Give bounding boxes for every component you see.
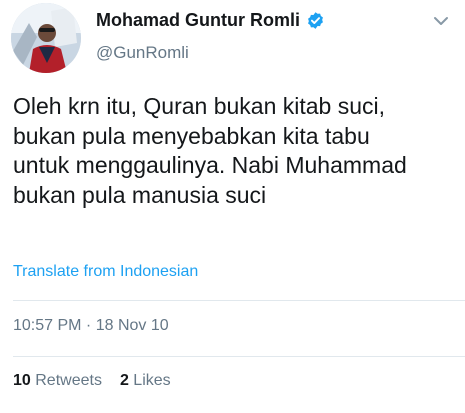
verified-badge-icon <box>306 11 325 30</box>
divider <box>13 356 465 357</box>
tweet-text: Oleh krn itu, Quran bukan kitab suci, bu… <box>13 93 407 208</box>
author-name-row[interactable]: Mohamad Guntur Romli <box>96 10 325 31</box>
tweet-timestamp[interactable]: 10:57 PM · 18 Nov 10 <box>13 317 169 335</box>
likes-count: 2 <box>119 372 134 389</box>
translate-link[interactable]: Translate from Indonesian <box>13 263 198 281</box>
likes-stat[interactable]: 2 Likes <box>120 372 171 390</box>
divider <box>13 300 465 301</box>
likes-label: Likes <box>133 372 171 389</box>
engagement-stats: 10 Retweets 2 Likes <box>13 372 171 390</box>
retweets-stat[interactable]: 10 Retweets <box>13 372 102 390</box>
author-display-name[interactable]: Mohamad Guntur Romli <box>96 10 300 31</box>
author-handle[interactable]: @GunRomli <box>96 43 189 63</box>
avatar[interactable] <box>11 3 81 73</box>
chevron-down-icon[interactable] <box>433 14 449 26</box>
tweet-card: Mohamad Guntur Romli @GunRomli Oleh krn … <box>0 0 465 413</box>
retweets-label: Retweets <box>35 372 102 389</box>
retweets-count: 10 <box>13 372 36 389</box>
